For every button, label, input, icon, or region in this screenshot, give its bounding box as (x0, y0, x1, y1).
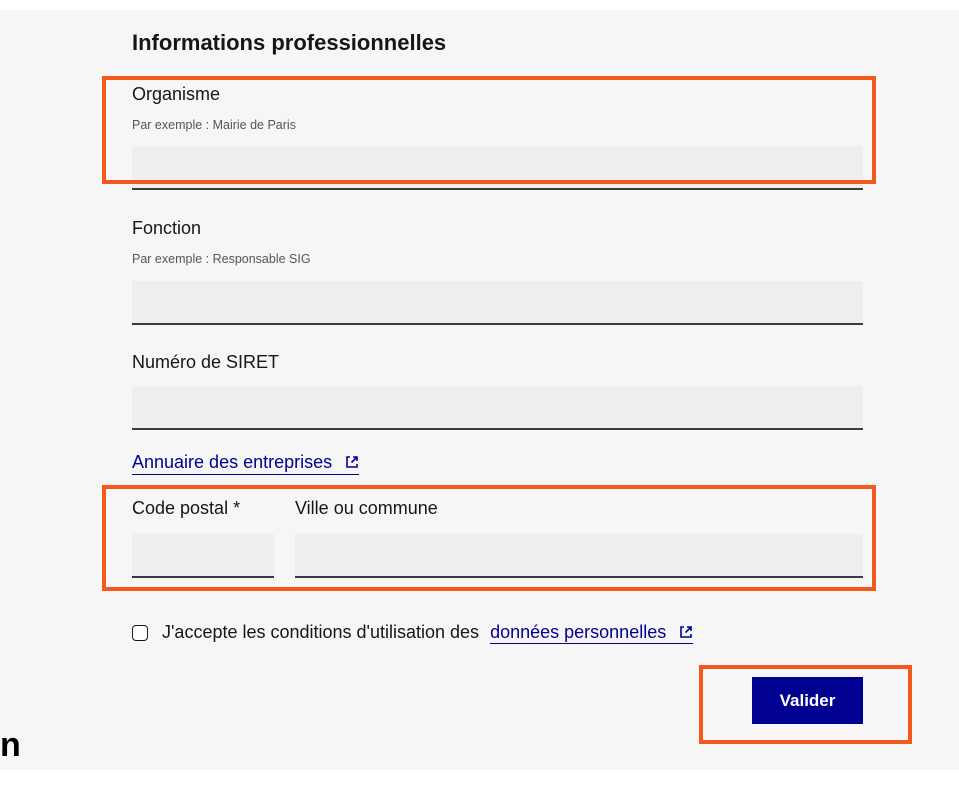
fonction-input[interactable] (132, 281, 863, 325)
external-link-icon (346, 456, 358, 468)
organisme-label: Organisme (132, 84, 221, 104)
siret-label: Numéro de SIRET (132, 352, 280, 372)
ville-label: Ville ou commune (295, 498, 438, 518)
consent-label: J'accepte les conditions d'utilisation d… (162, 622, 480, 642)
section-title: Informations professionnelles (132, 30, 447, 55)
annuaire-link[interactable]: Annuaire des entreprises (132, 452, 360, 475)
partial-glyph: n (0, 726, 21, 764)
consent-checkbox[interactable] (132, 625, 148, 641)
ville-input[interactable] (295, 534, 863, 578)
code-postal-input[interactable] (132, 534, 274, 578)
personal-data-link-label: données personnelles (490, 622, 667, 642)
consent-text: J'accepte les conditions d'utilisation d… (162, 622, 694, 644)
fonction-hint: Par exemple : Responsable SIG (132, 252, 311, 266)
siret-input[interactable] (132, 386, 863, 430)
fonction-label: Fonction (132, 218, 202, 238)
organisme-input[interactable] (132, 146, 863, 190)
annuaire-link-label: Annuaire des entreprises (132, 452, 333, 472)
external-link-icon (680, 626, 693, 638)
code-postal-label: Code postal * (132, 498, 241, 518)
personal-data-link[interactable]: données personnelles (490, 622, 694, 644)
organisme-hint: Par exemple : Mairie de Paris (132, 118, 296, 132)
valider-button[interactable]: Valider (752, 677, 863, 724)
